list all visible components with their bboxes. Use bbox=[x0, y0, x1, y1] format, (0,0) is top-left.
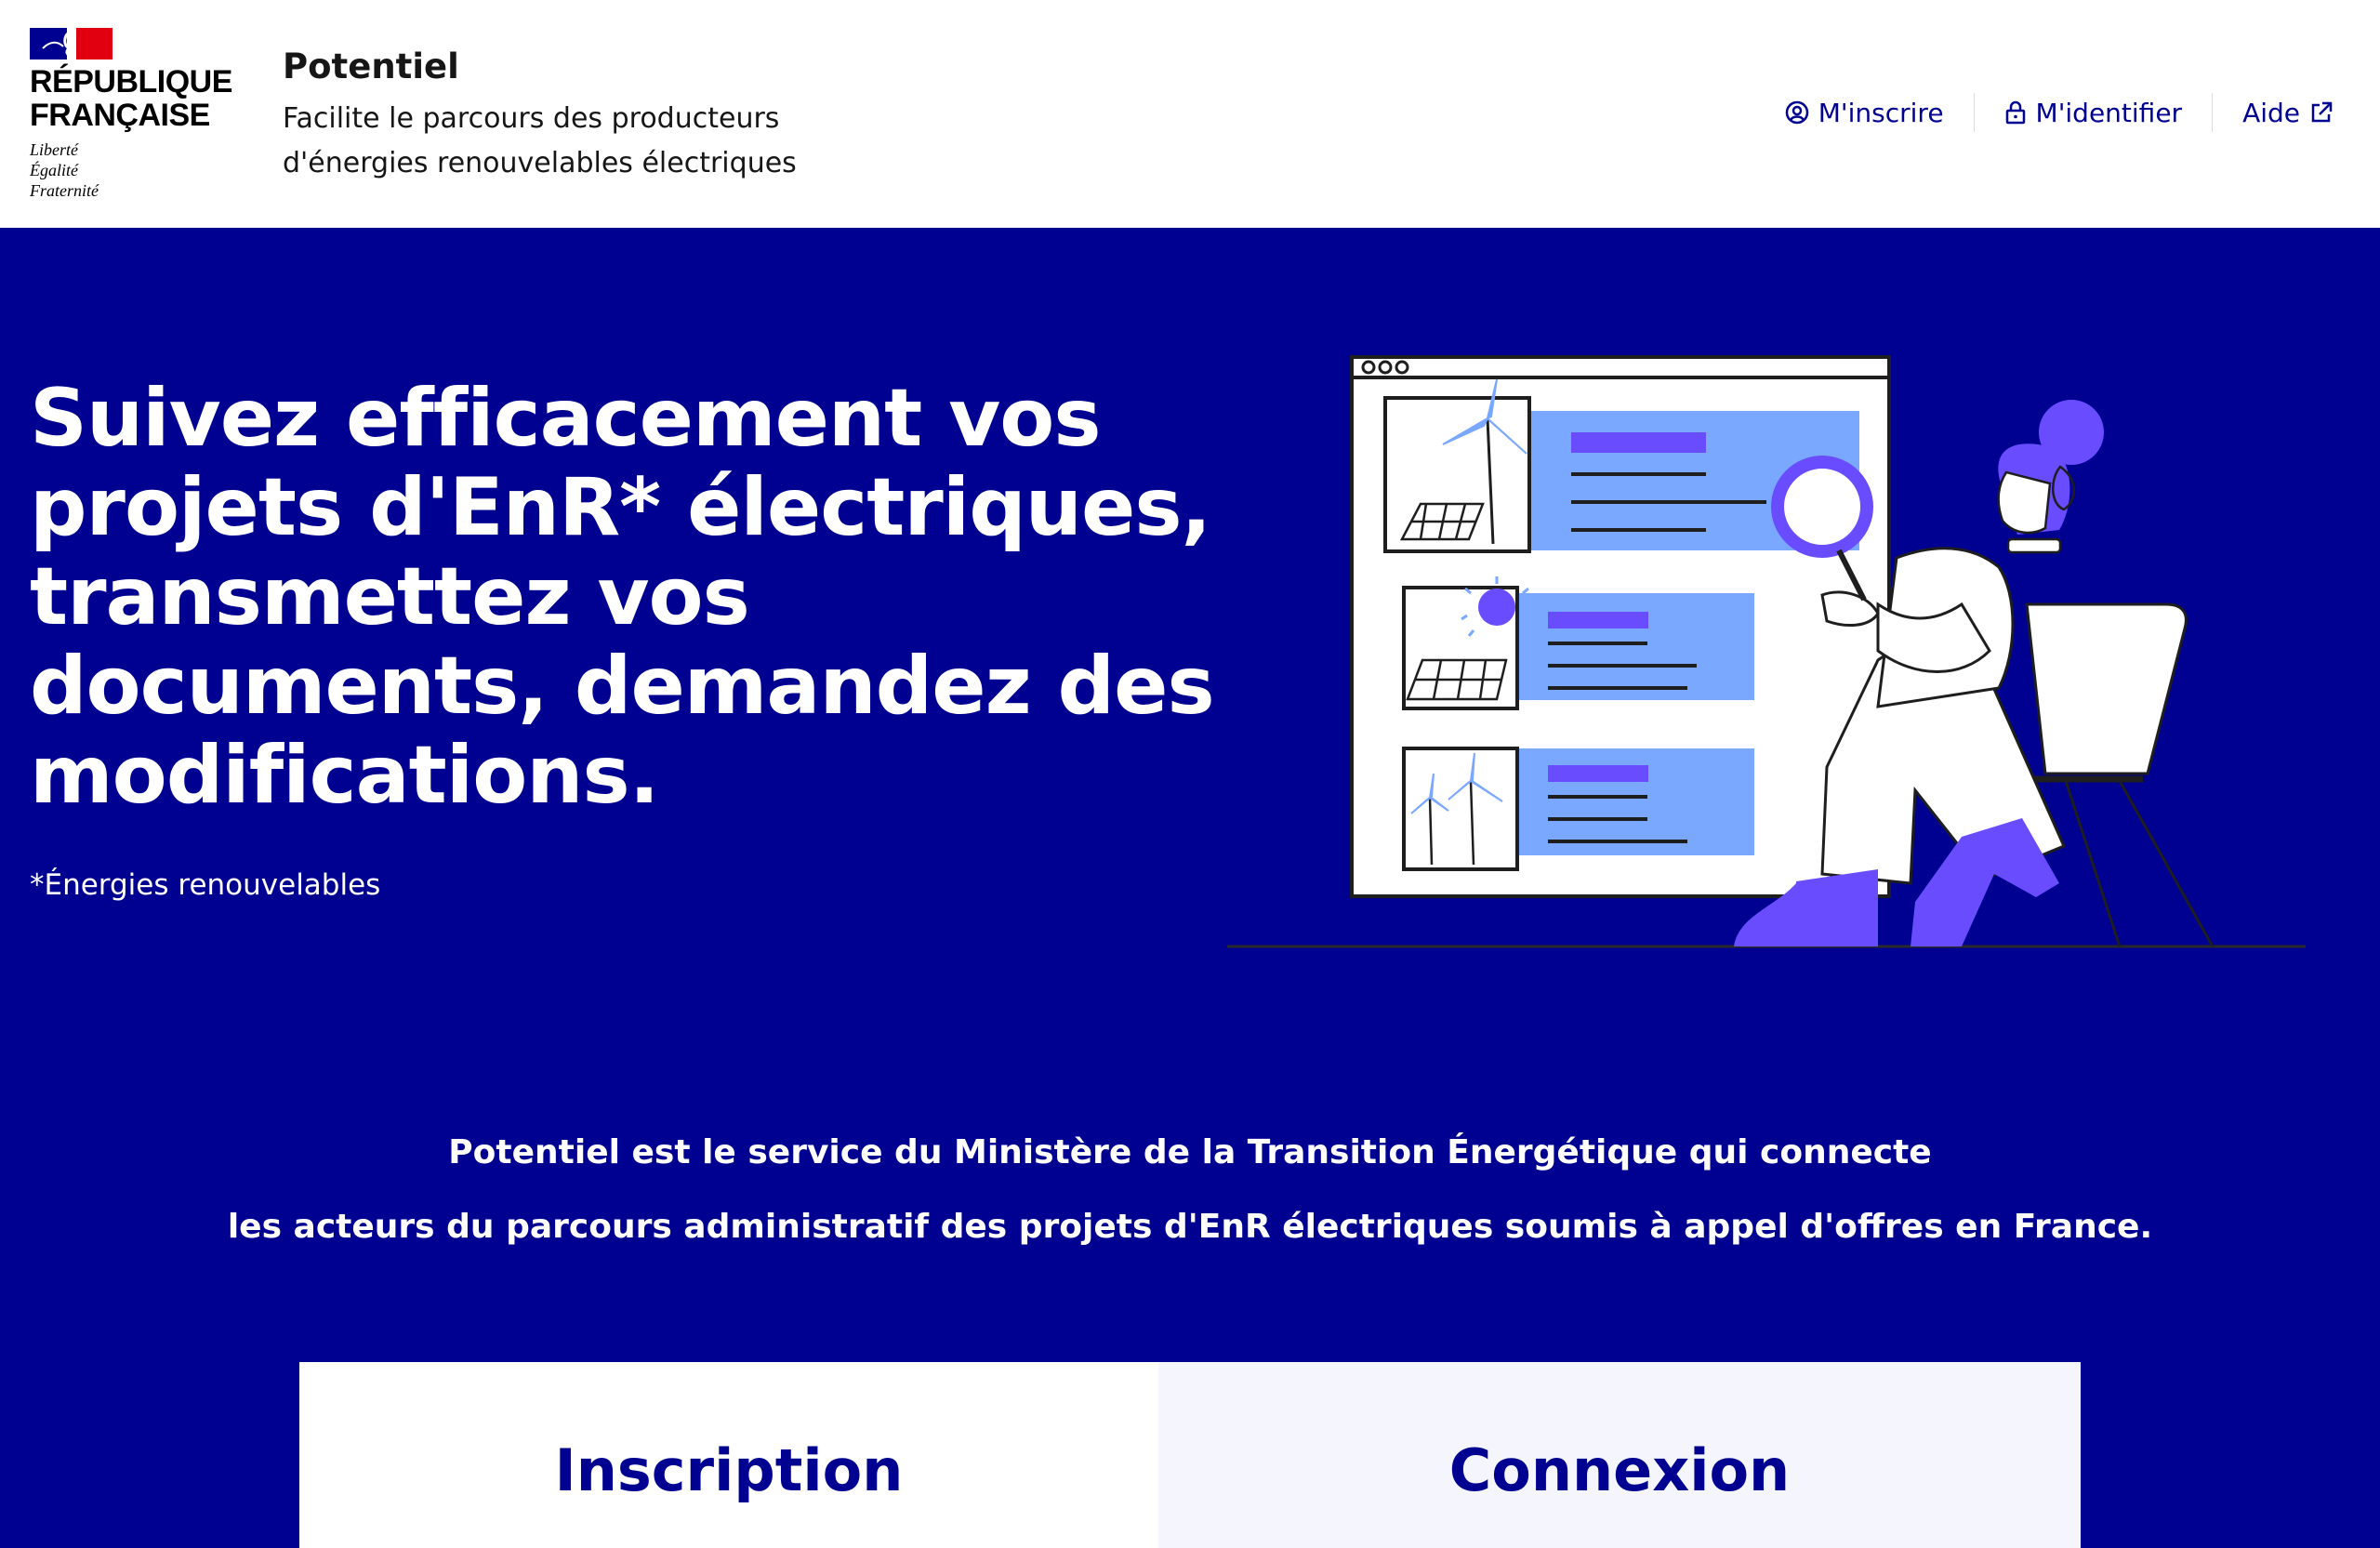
republique-francaise-logo[interactable]: RÉPUBLIQUE FRANÇAISE Liberté Égalité Fra… bbox=[30, 28, 234, 205]
lock-icon bbox=[2005, 100, 2025, 125]
signup-card-title: Inscription bbox=[554, 1436, 904, 1504]
renewable-projects-illustration bbox=[1227, 355, 2306, 948]
project-panel-2 bbox=[1517, 593, 1754, 700]
service-title[interactable]: Potentiel bbox=[283, 46, 459, 86]
login-card-title: Connexion bbox=[1448, 1436, 1791, 1504]
register-link[interactable]: M'inscrire bbox=[1755, 98, 1974, 128]
devise-liberte: Liberté bbox=[30, 140, 78, 159]
project-panel-3 bbox=[1517, 748, 1754, 855]
marianne-profile-icon bbox=[42, 30, 73, 58]
devise-egalite: Égalité bbox=[30, 161, 78, 179]
intro-line-2: les acteurs du parcours administratif de… bbox=[227, 1208, 2153, 1246]
login-link[interactable]: M'identifier bbox=[1975, 98, 2213, 128]
devise: Liberté Égalité Fraternité bbox=[30, 139, 216, 201]
signup-card[interactable]: Inscription bbox=[299, 1362, 1158, 1548]
marianne-flag-icon bbox=[30, 28, 112, 60]
republique-francaise-text: RÉPUBLIQUE FRANÇAISE bbox=[30, 64, 232, 133]
help-link[interactable]: Aide bbox=[2213, 98, 2334, 128]
devise-fraternite: Fraternité bbox=[30, 181, 99, 200]
login-card[interactable]: Connexion bbox=[1158, 1362, 2081, 1548]
register-label: M'inscrire bbox=[1818, 97, 1944, 128]
login-label: M'identifier bbox=[2035, 97, 2183, 128]
intro-line-1: Potentiel est le service du Ministère de… bbox=[448, 1133, 1932, 1171]
help-label: Aide bbox=[2242, 97, 2300, 128]
service-tagline: Facilite le parcours des producteurs d'é… bbox=[283, 102, 797, 179]
intro-text: Potentiel est le service du Ministère de… bbox=[0, 1116, 2380, 1264]
external-link-icon bbox=[2311, 101, 2333, 123]
hero-footnote: *Énergies renouvelables bbox=[30, 868, 381, 902]
hero-title: Suivez efficacement vos projets d'EnR* é… bbox=[30, 372, 1215, 822]
site-header: RÉPUBLIQUE FRANÇAISE Liberté Égalité Fra… bbox=[0, 0, 2380, 228]
header-tools: M'inscrire M'identifier Aide bbox=[1755, 91, 2334, 134]
user-circle-icon bbox=[1785, 100, 1809, 125]
